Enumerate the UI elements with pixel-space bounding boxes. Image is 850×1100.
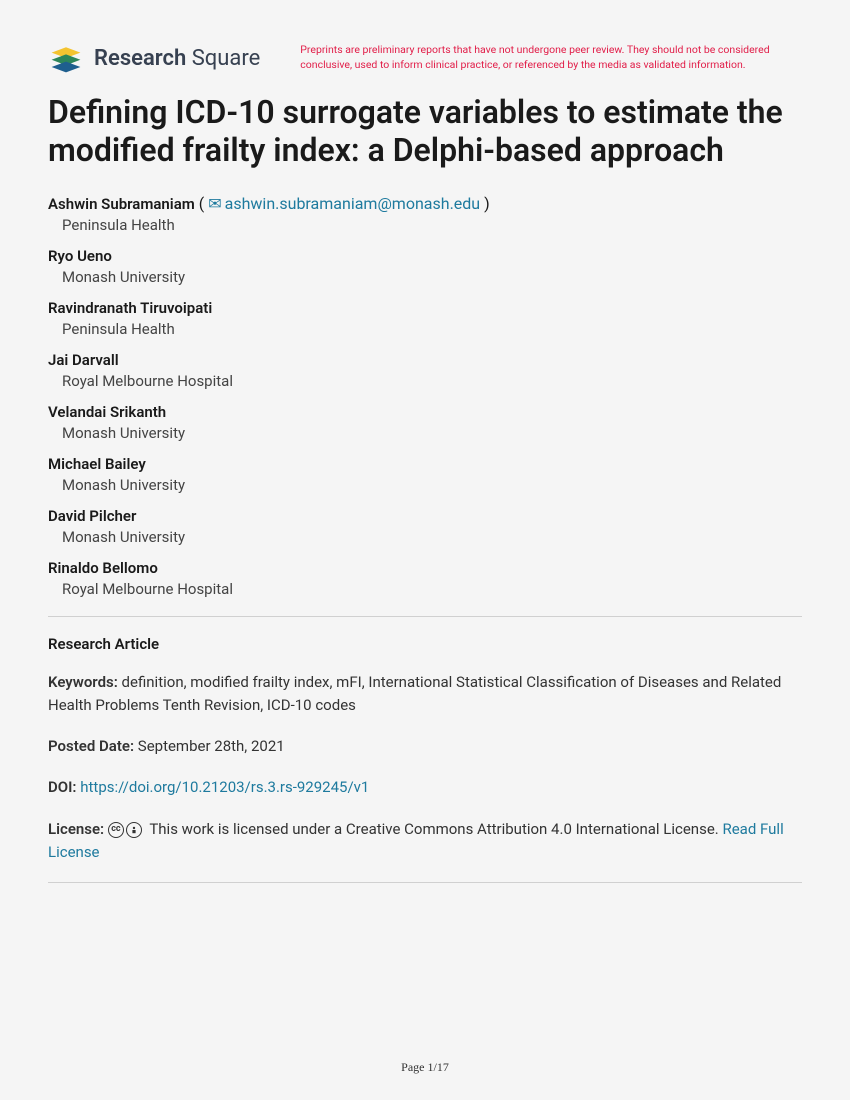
cc-icon: cc	[108, 822, 124, 838]
by-icon	[126, 822, 142, 838]
author-email-wrap: ( ✉ashwin.subramaniam@monash.edu )	[199, 194, 490, 213]
author-block: Ashwin Subramaniam ( ✉ashwin.subramaniam…	[48, 194, 802, 234]
logo-text-research: Research	[94, 46, 186, 71]
author-affiliation: Royal Melbourne Hospital	[62, 580, 802, 598]
logo-section: Research Square	[48, 40, 260, 76]
keywords-value: definition, modified frailty index, mFI,…	[48, 673, 781, 714]
logo-text-square: Square	[192, 46, 261, 71]
author-block: Rinaldo Bellomo Royal Melbourne Hospital	[48, 558, 802, 598]
author-name: Ravindranath Tiruvoipati	[48, 299, 212, 317]
license-row: License: cc This work is licensed under …	[48, 818, 802, 865]
license-text: This work is licensed under a Creative C…	[149, 820, 718, 838]
logo-text: Research Square	[94, 46, 260, 71]
paper-title: Defining ICD-10 surrogate variables to e…	[48, 94, 802, 170]
author-affiliation: Monash University	[62, 268, 802, 286]
page-number: Page 1/17	[0, 1060, 850, 1075]
author-block: David Pilcher Monash University	[48, 506, 802, 546]
author-affiliation: Monash University	[62, 476, 802, 494]
doi-row: DOI: https://doi.org/10.21203/rs.3.rs-92…	[48, 776, 802, 799]
keywords-label: Keywords:	[48, 673, 118, 691]
header-row: Research Square Preprints are preliminar…	[48, 40, 802, 76]
posted-date-row: Posted Date: September 28th, 2021	[48, 735, 802, 758]
posted-date-value: September 28th, 2021	[138, 737, 285, 755]
license-icons: cc	[108, 822, 142, 838]
author-name: Ashwin Subramaniam	[48, 195, 195, 213]
authors-list: Ashwin Subramaniam ( ✉ashwin.subramaniam…	[48, 194, 802, 598]
author-name: David Pilcher	[48, 507, 136, 525]
author-affiliation: Royal Melbourne Hospital	[62, 372, 802, 390]
author-name: Velandai Srikanth	[48, 403, 166, 421]
divider	[48, 882, 802, 883]
author-block: Velandai Srikanth Monash University	[48, 402, 802, 442]
author-block: Jai Darvall Royal Melbourne Hospital	[48, 350, 802, 390]
license-label: License:	[48, 820, 104, 838]
author-name: Ryo Ueno	[48, 247, 112, 265]
author-block: Ravindranath Tiruvoipati Peninsula Healt…	[48, 298, 802, 338]
author-name: Michael Bailey	[48, 455, 146, 473]
author-name: Jai Darvall	[48, 351, 119, 369]
doi-link[interactable]: https://doi.org/10.21203/rs.3.rs-929245/…	[80, 778, 369, 796]
author-affiliation: Monash University	[62, 528, 802, 546]
author-affiliation: Monash University	[62, 424, 802, 442]
author-affiliation: Peninsula Health	[62, 216, 802, 234]
preprint-disclaimer: Preprints are preliminary reports that h…	[300, 40, 802, 72]
author-name: Rinaldo Bellomo	[48, 559, 158, 577]
posted-date-label: Posted Date:	[48, 737, 134, 755]
email-icon: ✉	[208, 194, 221, 213]
keywords-row: Keywords: definition, modified frailty i…	[48, 671, 802, 718]
article-type: Research Article	[48, 635, 802, 653]
author-email-link[interactable]: ashwin.subramaniam@monash.edu	[225, 194, 481, 213]
author-block: Ryo Ueno Monash University	[48, 246, 802, 286]
doi-label: DOI:	[48, 778, 77, 796]
author-block: Michael Bailey Monash University	[48, 454, 802, 494]
divider	[48, 616, 802, 617]
author-affiliation: Peninsula Health	[62, 320, 802, 338]
research-square-logo-icon	[48, 40, 84, 76]
